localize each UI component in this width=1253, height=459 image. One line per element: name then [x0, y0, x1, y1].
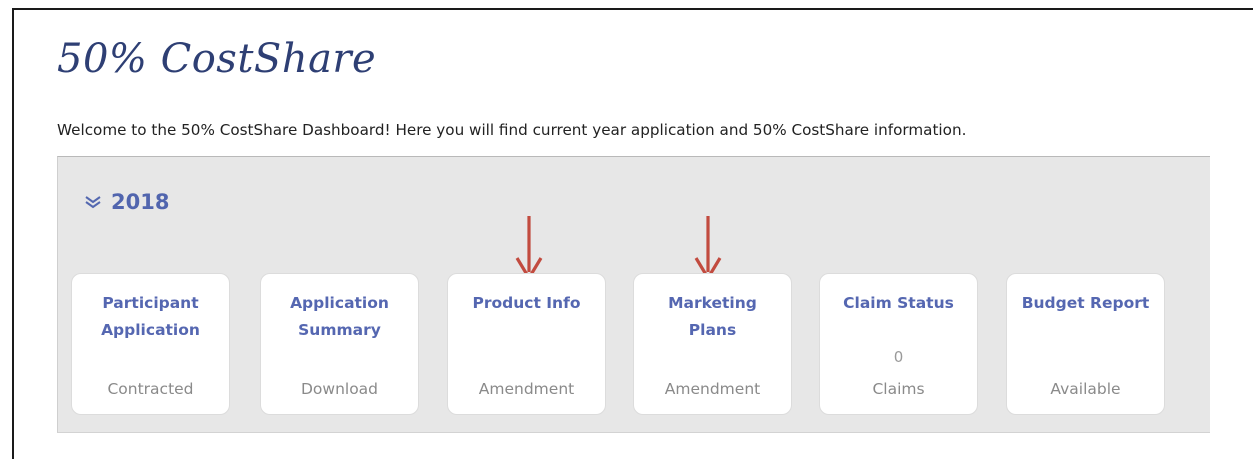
- card-title-line: Product Info: [472, 294, 581, 312]
- card-status: Amendment: [478, 380, 575, 398]
- card-title: Product Info: [448, 290, 605, 317]
- card-title: Claim Status: [820, 290, 977, 317]
- card-claim-status[interactable]: Claim Status 0 Claims: [819, 273, 978, 415]
- card-title: Application Summary: [261, 290, 418, 344]
- card-status: Download: [300, 380, 379, 398]
- card-title: Participant Application: [72, 290, 229, 344]
- card-title-line: Application: [101, 321, 200, 339]
- card-count: 0: [893, 348, 904, 366]
- card-title: Budget Report: [1007, 290, 1164, 317]
- card-status: Claims: [872, 380, 925, 398]
- card-title-line: Application: [290, 294, 389, 312]
- card-title-line: Participant: [102, 294, 199, 312]
- card-status: Amendment: [664, 380, 761, 398]
- card-product-info[interactable]: Product Info Amendment: [447, 273, 606, 415]
- card-budget-report[interactable]: Budget Report Available: [1006, 273, 1165, 415]
- page-title: 50% CostShare: [57, 36, 377, 82]
- card-participant-application[interactable]: Participant Application Contracted: [71, 273, 230, 415]
- card-application-summary[interactable]: Application Summary Download: [260, 273, 419, 415]
- year-toggle[interactable]: 2018: [84, 190, 169, 214]
- card-title-line: Budget Report: [1021, 294, 1150, 312]
- card-marketing-plans[interactable]: Marketing Plans Amendment: [633, 273, 792, 415]
- card-title-line: Summary: [298, 321, 381, 339]
- card-title-line: Plans: [688, 321, 737, 339]
- welcome-message: Welcome to the 50% CostShare Dashboard! …: [57, 121, 967, 139]
- card-title-line: Marketing: [668, 294, 757, 312]
- card-title-line: Claim Status: [843, 294, 954, 312]
- year-label: 2018: [111, 190, 170, 214]
- card-status: Available: [1050, 380, 1121, 398]
- card-title: Marketing Plans: [634, 290, 791, 344]
- card-status: Contracted: [107, 380, 194, 398]
- double-chevron-down-icon: [84, 195, 102, 209]
